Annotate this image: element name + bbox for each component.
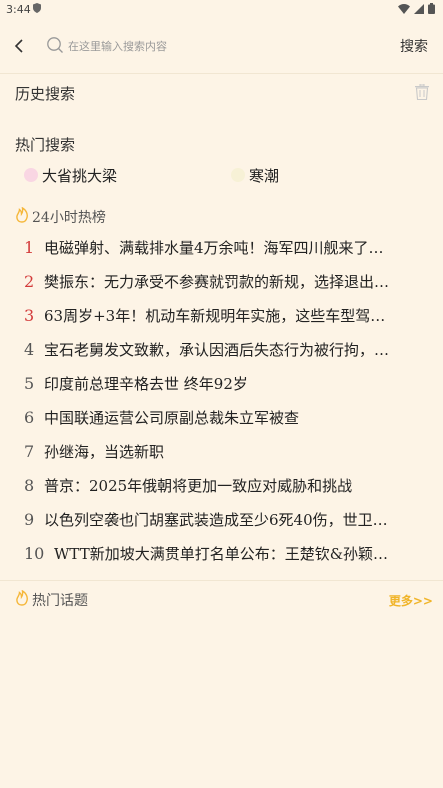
rank-text: 印度前总理辛格去世 终年92岁 — [44, 374, 248, 393]
hot-search-title: 热门搜索 — [15, 136, 76, 154]
back-arrow-icon[interactable] — [10, 36, 30, 56]
ranking-item[interactable]: 6 中国联通运营公司原副总裁朱立军被查 — [24, 400, 424, 434]
hot-search-label: 大省挑大梁 — [42, 166, 118, 185]
rank-number: 9 — [24, 509, 35, 529]
status-bar: 3:44 — [0, 0, 443, 20]
topics-header: 热门话题 — [15, 589, 88, 610]
rank-number: 6 — [24, 407, 35, 427]
rank-number: 1 — [24, 237, 35, 257]
hot-search-label: 寒潮 — [249, 166, 280, 185]
topics-title: 热门话题 — [32, 593, 88, 609]
rank-number: 8 — [24, 475, 35, 495]
status-time: 3:44 — [6, 3, 31, 16]
more-topics-link[interactable]: 更多>> — [389, 592, 433, 609]
hot-dot-icon — [24, 168, 38, 182]
rank-number: 3 — [24, 305, 35, 325]
shield-icon — [33, 3, 41, 16]
ranking-item[interactable]: 3 63周岁+3年！机动车新规明年实施，这些车型驾… — [24, 298, 424, 332]
rank-text: 普京：2025年俄朝将更加一致应对威胁和挑战 — [44, 476, 353, 495]
hot-dot-icon — [231, 168, 245, 182]
search-bar: 搜索 — [0, 28, 443, 64]
trash-icon[interactable] — [415, 83, 429, 101]
flame-icon — [15, 589, 29, 610]
search-button[interactable]: 搜索 — [400, 36, 428, 56]
rank-text: 电磁弹射、满载排水量4万余吨！海军四川舰来了… — [44, 238, 384, 257]
ranking-item[interactable]: 9 以色列空袭也门胡塞武装造成至少6死40伤，世卫… — [24, 502, 424, 536]
ranking-item[interactable]: 10 WTT新加坡大满贯单打名单公布：王楚钦&孙颖… — [24, 536, 424, 570]
ranking-title: 24小时热榜 — [32, 210, 106, 226]
ranking-item[interactable]: 7 孙继海，当选新职 — [24, 434, 424, 468]
divider — [0, 73, 443, 74]
rank-text: 中国联通运营公司原副总裁朱立军被查 — [44, 408, 300, 427]
rank-number: 5 — [24, 373, 35, 393]
history-search-title: 历史搜索 — [15, 85, 76, 103]
wifi-icon — [398, 3, 410, 17]
signal-icon — [414, 3, 424, 17]
battery-icon — [428, 3, 435, 17]
ranking-item[interactable]: 2 樊振东：无力承受不参赛就罚款的新规，选择退出… — [24, 264, 424, 298]
rank-text: 以色列空袭也门胡塞武装造成至少6死40伤，世卫… — [44, 510, 388, 529]
search-input[interactable] — [68, 36, 368, 56]
ranking-header: 24小时热榜 — [15, 206, 106, 227]
hot-search-item[interactable]: 大省挑大梁 — [24, 165, 117, 185]
hot-search-item[interactable]: 寒潮 — [231, 165, 279, 185]
rank-number: 7 — [24, 441, 35, 461]
rank-number: 4 — [24, 339, 35, 359]
ranking-item[interactable]: 8 普京：2025年俄朝将更加一致应对威胁和挑战 — [24, 468, 424, 502]
rank-text: 宝石老舅发文致歉，承认因酒后失态行为被行拘，… — [44, 340, 390, 359]
ranking-item[interactable]: 1 电磁弹射、满载排水量4万余吨！海军四川舰来了… — [24, 230, 424, 264]
ranking-item[interactable]: 5 印度前总理辛格去世 终年92岁 — [24, 366, 424, 400]
ranking-item[interactable]: 4 宝石老舅发文致歉，承认因酒后失态行为被行拘，… — [24, 332, 424, 366]
search-icon — [46, 36, 64, 54]
rank-text: 樊振东：无力承受不参赛就罚款的新规，选择退出… — [44, 272, 390, 291]
rank-number: 2 — [24, 271, 35, 291]
rank-text: WTT新加坡大满贯单打名单公布：王楚钦&孙颖… — [54, 544, 389, 563]
rank-text: 孙继海，当选新职 — [44, 442, 165, 461]
ranking-list: 1 电磁弹射、满载排水量4万余吨！海军四川舰来了… 2 樊振东：无力承受不参赛就… — [24, 230, 424, 570]
divider — [0, 580, 443, 581]
rank-number: 10 — [24, 543, 45, 563]
flame-icon — [15, 206, 29, 227]
rank-text: 63周岁+3年！机动车新规明年实施，这些车型驾… — [44, 306, 386, 325]
